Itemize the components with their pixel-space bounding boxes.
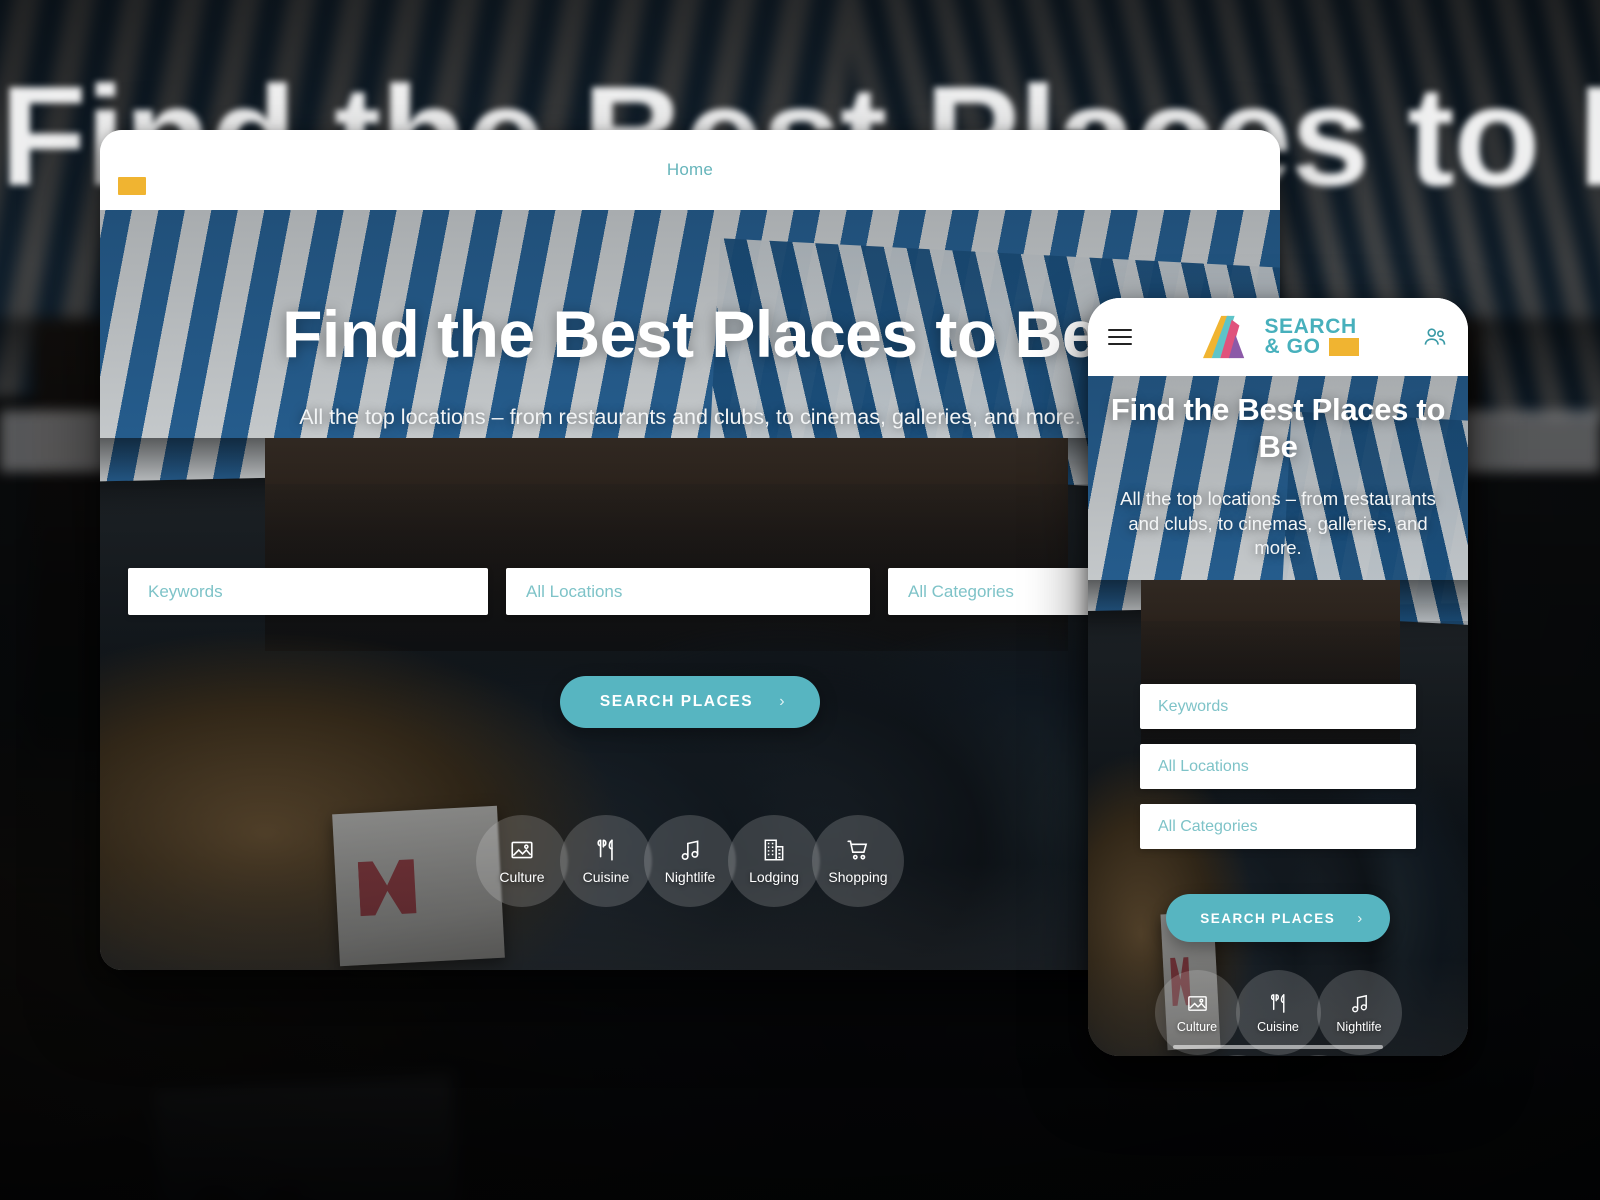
desktop-nav: Home bbox=[100, 160, 1280, 180]
mockup-canvas: Find the Best Places to Be Home bbox=[0, 0, 1600, 1200]
mobile-category-lodging[interactable]: Lodging bbox=[1195, 1055, 1280, 1056]
mobile-search-places-button-label: SEARCH PLACES bbox=[1200, 910, 1336, 926]
brand-line-1: SEARCH bbox=[1264, 315, 1357, 338]
mobile-search-input-keywords[interactable]: Keywords bbox=[1140, 684, 1416, 729]
category-label: Nightlife bbox=[1336, 1019, 1382, 1034]
chevron-mountain-logo-icon bbox=[1203, 315, 1245, 359]
search-places-button[interactable]: SEARCH PLACES › bbox=[559, 676, 821, 728]
mobile-search-select-categories[interactable]: All Categories bbox=[1140, 804, 1416, 849]
mobile-category-culture[interactable]: Culture bbox=[1154, 970, 1240, 1055]
cutlery-icon bbox=[1267, 992, 1290, 1015]
mobile-hero-subheading: All the top locations – from restaurants… bbox=[1120, 488, 1436, 558]
brand-wordmark: SEARCH & GO bbox=[1264, 315, 1359, 358]
search-places-button-label: SEARCH PLACES bbox=[599, 693, 754, 710]
category-lodging[interactable]: Lodging bbox=[728, 815, 820, 907]
image-icon bbox=[1186, 992, 1209, 1015]
category-shopping[interactable]: Shopping bbox=[812, 815, 904, 907]
music-note-icon bbox=[1348, 992, 1371, 1015]
chevron-right-icon: › bbox=[779, 693, 787, 710]
category-label: Culture bbox=[499, 869, 545, 885]
category-cuisine[interactable]: Cuisine bbox=[560, 815, 652, 907]
category-label: Cuisine bbox=[582, 869, 630, 885]
mobile-header: SEARCH & GO bbox=[1088, 298, 1468, 376]
mobile-search-select-locations[interactable]: All Locations bbox=[1140, 744, 1416, 789]
category-label: Nightlife bbox=[664, 869, 716, 885]
chevron-right-icon: › bbox=[1357, 909, 1364, 927]
nav-item-home[interactable]: Home bbox=[667, 160, 713, 179]
people-icon[interactable] bbox=[1422, 324, 1448, 350]
mobile-search-fields: Keywords All Locations All Categories bbox=[1140, 684, 1416, 849]
brand-line-2: & GO bbox=[1264, 335, 1321, 358]
category-nightlife[interactable]: Nightlife bbox=[644, 815, 736, 907]
mobile-category-grid: Culture Cuisine Nightlife bbox=[1122, 970, 1434, 1056]
search-input-keywords[interactable]: Keywords bbox=[128, 568, 488, 615]
category-culture[interactable]: Culture bbox=[476, 815, 568, 907]
desktop-header: Home bbox=[100, 130, 1280, 210]
mobile-search-places-button[interactable]: SEARCH PLACES › bbox=[1166, 894, 1390, 942]
mobile-hero: Find the Best Places to Be All the top l… bbox=[1088, 376, 1468, 1056]
logo-chip-icon bbox=[1328, 338, 1359, 356]
mobile-category-cuisine[interactable]: Cuisine bbox=[1235, 970, 1321, 1055]
category-label: Shopping bbox=[828, 869, 888, 885]
home-indicator bbox=[1173, 1045, 1383, 1049]
desktop-search-bar: Keywords All Locations All Categories bbox=[128, 568, 1252, 615]
category-label: Cuisine bbox=[1257, 1019, 1299, 1034]
brand-logo: SEARCH & GO bbox=[1088, 314, 1468, 360]
hamburger-icon[interactable] bbox=[1108, 324, 1132, 350]
mobile-category-nightlife[interactable]: Nightlife bbox=[1316, 970, 1402, 1055]
shopping-cart-icon bbox=[845, 837, 871, 863]
music-note-icon bbox=[677, 837, 703, 863]
category-label: Lodging bbox=[749, 869, 799, 885]
cutlery-icon bbox=[593, 837, 619, 863]
mobile-hero-heading: Find the Best Places to Be bbox=[1110, 392, 1446, 464]
category-label: Culture bbox=[1176, 1019, 1218, 1034]
image-icon bbox=[509, 837, 535, 863]
search-select-locations[interactable]: All Locations bbox=[506, 568, 870, 615]
building-icon bbox=[761, 837, 787, 863]
mobile-preview-frame: SEARCH & GO Find the Best Places to Be A… bbox=[1088, 298, 1468, 1056]
mobile-category-shopping[interactable]: Shopping bbox=[1276, 1055, 1361, 1056]
mobile-search-button-wrap: SEARCH PLACES › bbox=[1088, 894, 1468, 942]
